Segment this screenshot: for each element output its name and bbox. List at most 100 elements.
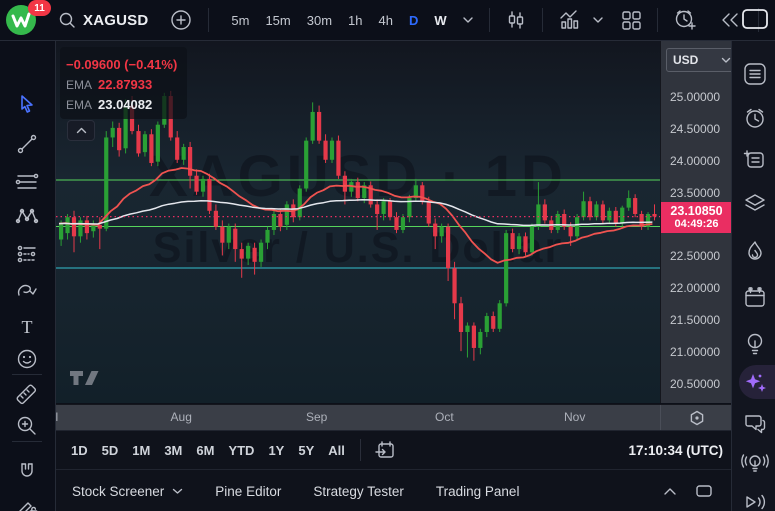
currency-label: USD: [673, 53, 699, 67]
alerts-button[interactable]: [739, 103, 771, 133]
range-ytd[interactable]: YTD: [221, 439, 261, 462]
clock-utc[interactable]: 17:10:34 (UTC): [628, 443, 723, 458]
notification-badge: 11: [28, 0, 51, 16]
watchlist-button[interactable]: [739, 59, 771, 89]
symbol-search[interactable]: XAGUSD: [58, 11, 148, 29]
maximize-panel-button[interactable]: [695, 484, 713, 498]
currency-selector[interactable]: USD: [666, 48, 738, 72]
divider: [488, 8, 490, 32]
price-axis[interactable]: USD 23.10850 04:49:26 25.00000 24.50000 24…: [660, 41, 738, 403]
trend-line-tool[interactable]: [11, 129, 43, 159]
timeframe-30m[interactable]: 30m: [301, 9, 338, 32]
divider: [359, 439, 361, 461]
chevron-up-icon: [76, 127, 86, 134]
timeframe-5m[interactable]: 5m: [225, 9, 255, 32]
time-axis[interactable]: Jul Aug Sep Oct Nov: [56, 404, 731, 430]
gear-icon: [690, 410, 703, 425]
hotlists-button[interactable]: [739, 237, 771, 267]
object-tree-button[interactable]: [739, 189, 771, 219]
fib-retracement-tool[interactable]: [11, 167, 43, 197]
range-all[interactable]: All: [321, 439, 352, 462]
range-3m[interactable]: 3M: [157, 439, 189, 462]
timeframe-1h[interactable]: 1h: [342, 9, 368, 32]
chart-type-button[interactable]: [500, 6, 532, 34]
compare-add-button[interactable]: [164, 5, 198, 35]
magnet-tool[interactable]: [11, 457, 43, 487]
divider: [208, 8, 210, 32]
pine-editor-tab[interactable]: Pine Editor: [215, 484, 281, 499]
drawing-toolbar: T: [0, 41, 56, 511]
forecast-tool[interactable]: [11, 239, 43, 269]
broker-logo[interactable]: 11: [0, 0, 51, 40]
timeframe-1w[interactable]: W: [428, 9, 452, 32]
timeframe-4h[interactable]: 4h: [373, 9, 399, 32]
timeframe-1d[interactable]: D: [403, 9, 424, 32]
range-1m[interactable]: 1M: [125, 439, 157, 462]
expand-panel-button[interactable]: [663, 487, 677, 496]
ideas-button[interactable]: [739, 329, 771, 359]
month-tick-label: Jul: [56, 410, 58, 424]
zoom-in-tool[interactable]: [11, 411, 43, 441]
ruler-tool[interactable]: [11, 381, 43, 411]
ema-slow-row[interactable]: EMA 23.04082: [66, 98, 177, 111]
stock-screener-tab[interactable]: Stock Screener: [72, 484, 183, 499]
timeframe-15m[interactable]: 15m: [259, 9, 296, 32]
ai-assistant-button[interactable]: [739, 365, 775, 399]
cursor-tool[interactable]: [11, 89, 43, 119]
chevron-down-icon: [592, 17, 603, 23]
chart-pane[interactable]: XAGUSD · 1D Silver / U.S. Dollar −0.0960…: [56, 41, 660, 403]
create-alert-button[interactable]: [668, 5, 704, 35]
timeframe-dropdown-button[interactable]: [457, 13, 479, 27]
lock-drawings-tool[interactable]: [11, 493, 43, 511]
legend-collapse-button[interactable]: [67, 120, 95, 141]
text-tool[interactable]: T: [11, 312, 43, 342]
month-tick-label: Sep: [306, 410, 328, 424]
range-6m[interactable]: 6M: [189, 439, 221, 462]
maximize-icon: [696, 485, 712, 497]
plus-circle-icon: [171, 10, 192, 30]
undo-button[interactable]: [769, 7, 775, 33]
chevron-up-icon: [664, 487, 676, 495]
month-tick-label: Oct: [435, 410, 454, 424]
go-to-date-button[interactable]: [369, 437, 401, 463]
notes-button[interactable]: [739, 145, 771, 175]
divider: [12, 374, 42, 375]
ema-fast-row[interactable]: EMA 22.87933: [66, 78, 177, 91]
tradingview-logo[interactable]: [69, 369, 105, 387]
right-panel-toolbar: [731, 41, 775, 511]
go-to-date-icon: [375, 441, 394, 458]
layout-grid-button[interactable]: [615, 6, 647, 34]
brush-tool[interactable]: [11, 275, 43, 305]
symbol-change-row[interactable]: −0.09600 (−0.41%): [66, 58, 177, 71]
price-tick-label: 24.50000: [670, 121, 721, 136]
alert-clock-icon: [675, 10, 696, 30]
price-tick-label: 24.00000: [670, 153, 721, 168]
emoji-tool[interactable]: [11, 344, 43, 374]
timeframe-group: 5m 15m 30m 1h 4h D W: [225, 9, 478, 32]
price-tick-label: 22.50000: [670, 249, 721, 264]
candlestick-icon: [508, 11, 523, 29]
indicator-templates-button[interactable]: [587, 13, 609, 27]
streams-button[interactable]: [739, 449, 771, 479]
strategy-tester-tab[interactable]: Strategy Tester: [313, 484, 404, 499]
ema-fast-value: 22.87933: [98, 77, 153, 92]
indicators-button[interactable]: [553, 6, 587, 34]
axis-settings-corner[interactable]: [660, 405, 731, 430]
symbol-name: XAGUSD: [83, 11, 149, 29]
date-range-bar: 1D 5D 1M 3M 6M YTD 1Y 5Y All 17:10:34 (U…: [56, 430, 731, 469]
calendar-button[interactable]: [739, 283, 771, 313]
search-icon: [59, 12, 75, 28]
fullscreen-icon: [742, 9, 768, 29]
live-streams-button[interactable]: [739, 487, 771, 511]
price-tick-label: 21.00000: [670, 345, 721, 360]
xabcd-pattern-tool[interactable]: [11, 201, 43, 231]
top-toolbar: 11 XAGUSD 5m 15m 30m 1h 4h D W: [0, 0, 775, 41]
range-5y[interactable]: 5Y: [291, 439, 321, 462]
range-1y[interactable]: 1Y: [261, 439, 291, 462]
trading-panel-tab[interactable]: Trading Panel: [436, 484, 520, 499]
chat-button[interactable]: [739, 409, 771, 439]
divider: [656, 8, 658, 32]
range-5d[interactable]: 5D: [95, 439, 126, 462]
range-1d[interactable]: 1D: [64, 439, 95, 462]
fullscreen-button[interactable]: [741, 8, 769, 30]
